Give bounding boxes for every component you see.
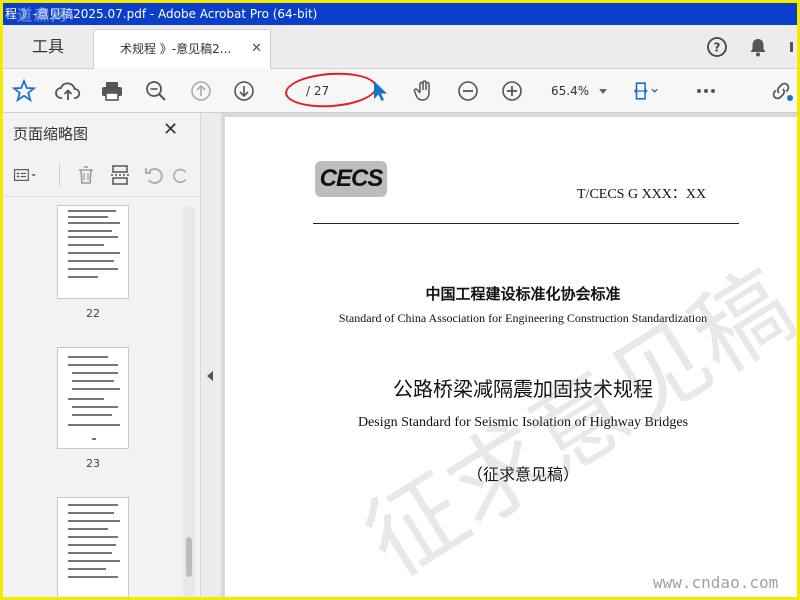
scrollbar-thumb[interactable] <box>186 537 192 577</box>
star-icon[interactable] <box>11 78 37 104</box>
previous-page-icon[interactable] <box>188 78 214 104</box>
close-icon[interactable]: ✕ <box>251 30 262 68</box>
zoom-out-icon[interactable] <box>455 78 481 104</box>
zoom-level: 65.4% <box>551 84 590 98</box>
org-name-cn: 中国工程建设标准化协会标准 <box>425 285 621 303</box>
tab-document[interactable]: 术规程 》-意见稿2... ✕ <box>93 29 271 69</box>
main-toolbar: / 27 65.4% <box>3 69 797 113</box>
svg-text:?: ? <box>714 41 721 55</box>
title-bar: 程 》-意见稿2025.07.pdf - Adobe Acrobat Pro (… <box>3 3 797 25</box>
tab-tools[interactable]: 工具 <box>13 25 83 69</box>
site-watermark: www.cndao.com <box>653 573 779 592</box>
chevron-down-icon <box>599 89 607 94</box>
options-menu-icon[interactable] <box>13 162 39 188</box>
standard-code: T/CECS G XXX：XX <box>577 187 707 202</box>
app-window: 程 》-意见稿2025.07.pdf - Adobe Acrobat Pro (… <box>0 0 800 600</box>
thumbnail-page-number: 22 <box>86 307 100 320</box>
thumbnail-page-number: 23 <box>86 457 100 470</box>
extract-page-icon[interactable] <box>107 162 133 188</box>
rotate-right-icon[interactable] <box>171 162 191 188</box>
bell-icon[interactable] <box>747 36 769 58</box>
panel-title: 页面缩略图 <box>13 125 89 143</box>
zoom-search-icon[interactable] <box>143 78 169 104</box>
thumbnails-panel: 页面缩略图 ✕ 22 23 <box>3 113 201 597</box>
panel-splitter[interactable] <box>201 113 221 597</box>
cecs-logo: CECS <box>315 161 387 197</box>
doc-title-cn: 公路桥梁减隔震加固技术规程 <box>393 377 653 401</box>
more-icon[interactable] <box>788 36 797 58</box>
cloud-upload-icon[interactable] <box>55 78 81 104</box>
org-name-en: Standard of China Association for Engine… <box>338 311 708 325</box>
print-icon[interactable] <box>99 78 125 104</box>
toolbar-divider <box>59 163 60 187</box>
doc-status: （征求意见稿） <box>466 465 579 484</box>
page-fit-icon[interactable] <box>633 78 659 104</box>
close-icon[interactable]: ✕ <box>163 119 178 140</box>
next-page-icon[interactable] <box>231 78 257 104</box>
rotate-left-icon[interactable] <box>141 162 167 188</box>
zoom-select[interactable]: 65.4% <box>543 80 613 102</box>
thumbnail-toolbar <box>3 153 201 197</box>
watermark-logo: 道森网 <box>17 6 69 24</box>
link-share-icon[interactable] <box>769 78 795 104</box>
doc-title-en: Design Standard for Seismic Isolation of… <box>357 415 689 430</box>
thumbnail-scrollbar[interactable] <box>183 207 195 597</box>
zoom-in-icon[interactable] <box>499 78 525 104</box>
tab-document-label: 术规程 》-意见稿2... <box>120 42 232 56</box>
trash-icon[interactable] <box>73 162 99 188</box>
collapse-arrow-icon[interactable] <box>207 371 213 381</box>
page-thumbnail[interactable] <box>57 347 129 449</box>
tab-bar: 工具 术规程 》-意见稿2... ✕ ? <box>3 25 797 69</box>
page-thumbnail[interactable] <box>57 497 129 597</box>
document-view[interactable]: CECS T/CECS G XXX：XX 中国工程建设标准化协会标准 Stand… <box>221 113 797 597</box>
page-thumbnail[interactable] <box>57 205 129 299</box>
help-icon[interactable]: ? <box>706 36 728 58</box>
pdf-page: CECS T/CECS G XXX：XX 中国工程建设标准化协会标准 Stand… <box>225 117 797 597</box>
hand-tool-icon[interactable] <box>411 78 437 104</box>
select-cursor-icon[interactable] <box>367 78 393 104</box>
header-rule <box>313 223 739 224</box>
more-tools-icon[interactable] <box>693 78 719 104</box>
annotation-circle <box>283 69 379 111</box>
